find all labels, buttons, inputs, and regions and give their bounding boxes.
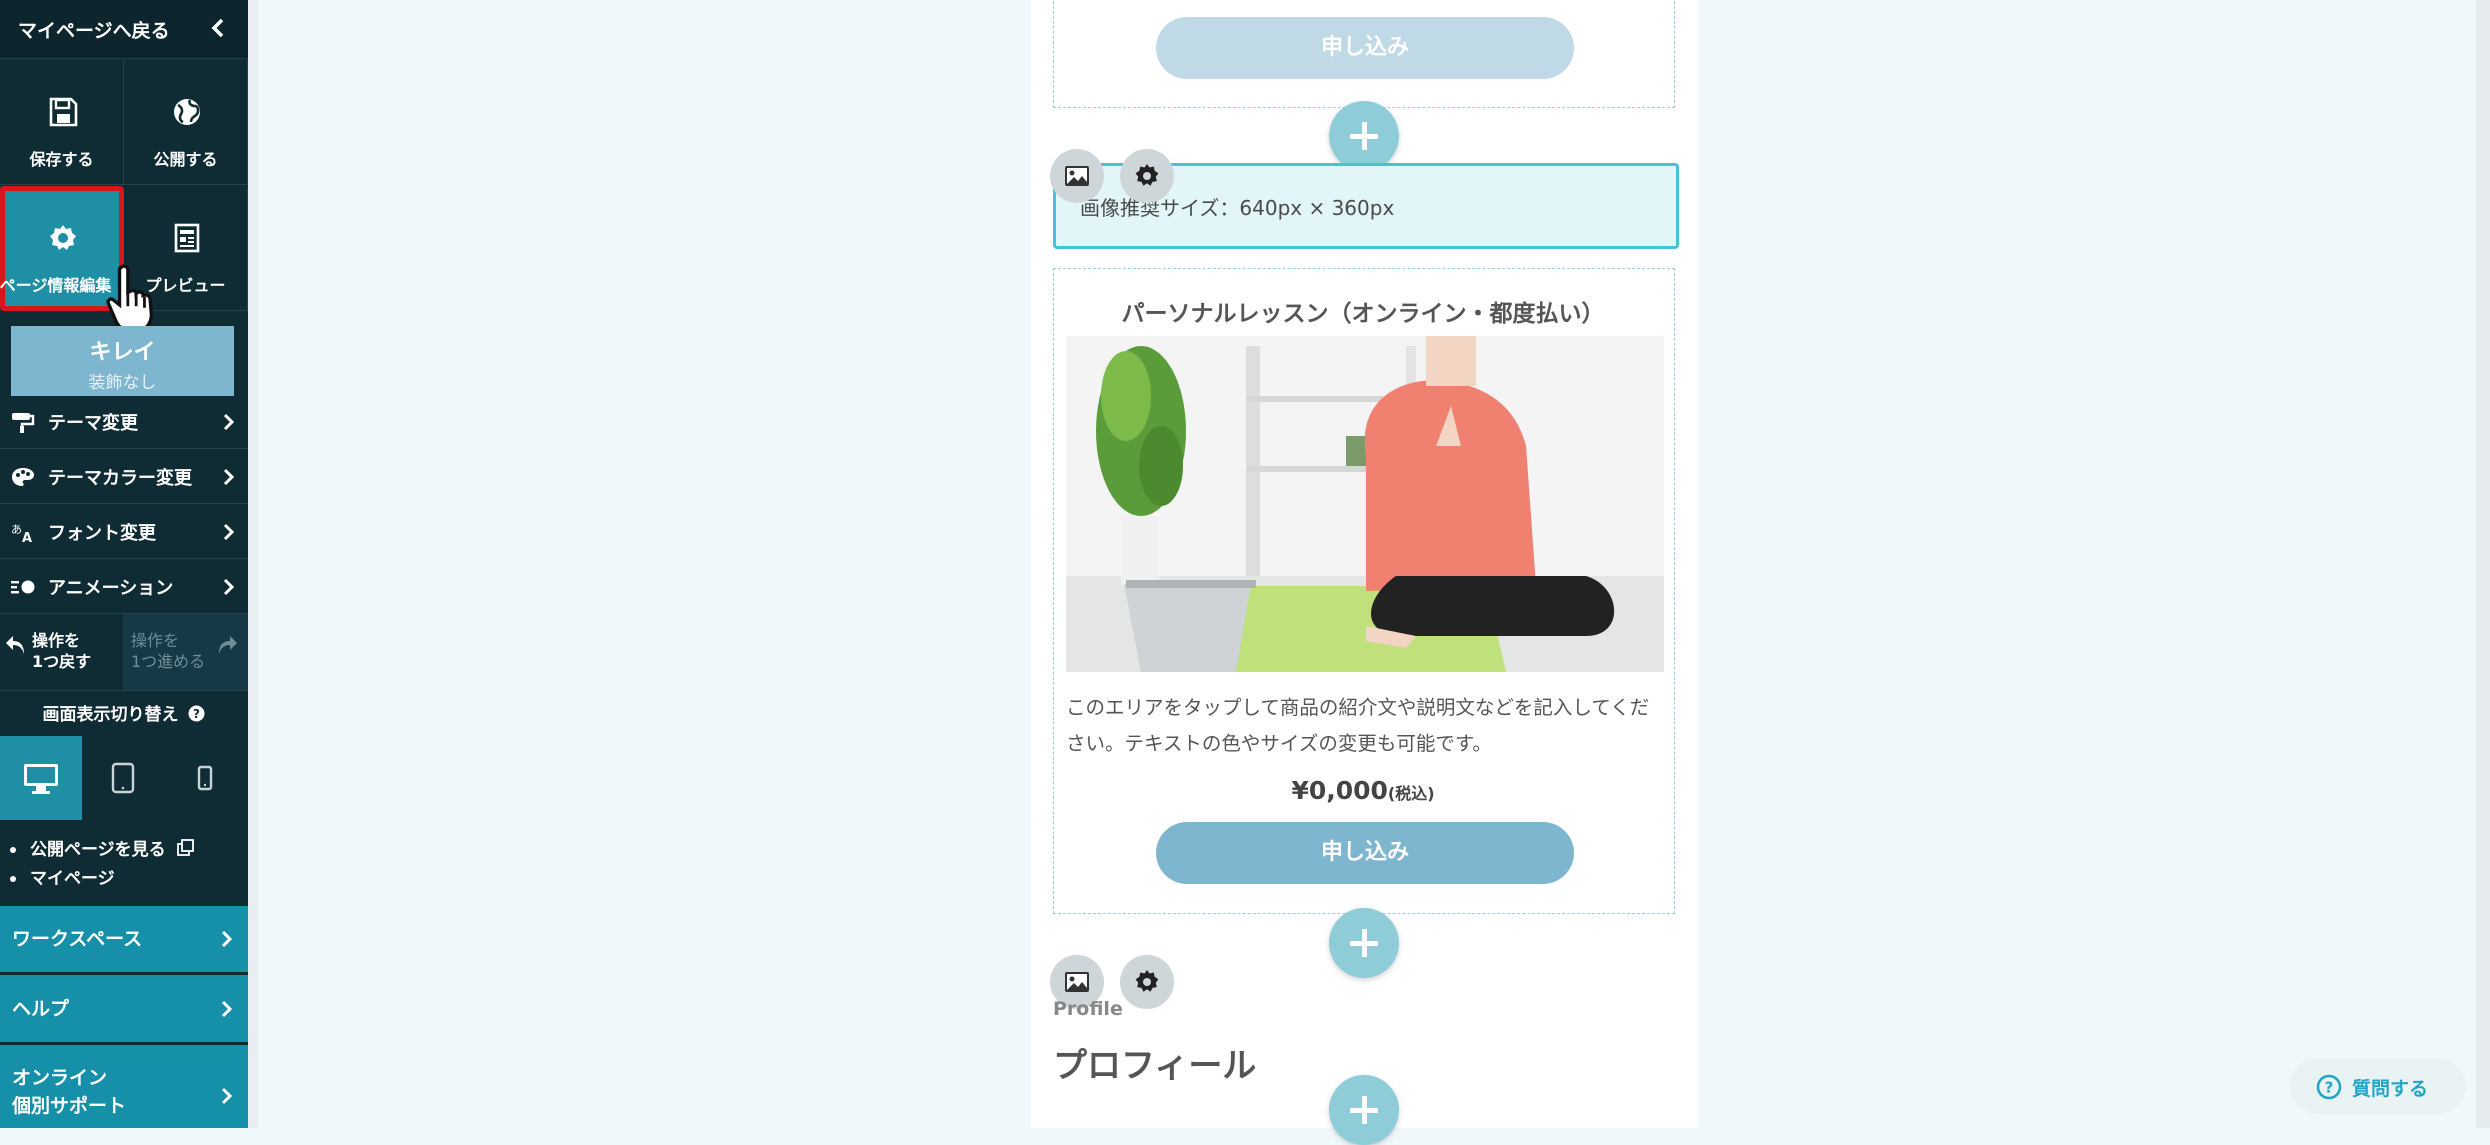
redo-line1: 操作を — [131, 631, 180, 650]
document-preview-icon — [174, 223, 200, 253]
menu-theme-color[interactable]: テーマカラー変更 — [0, 449, 248, 504]
image-tool-button[interactable] — [1050, 149, 1104, 203]
svg-text:?: ? — [193, 707, 200, 721]
page-info-edit-label: ページ情報編集 — [0, 276, 112, 295]
svg-text:あ: あ — [11, 523, 22, 536]
chevron-right-icon — [221, 1000, 233, 1018]
image-icon — [1065, 166, 1089, 186]
menu-animation-label: アニメーション — [48, 578, 174, 599]
product-description[interactable]: このエリアをタップして商品の紹介文や説明文などを記入してください。テキストの色や… — [1066, 690, 1666, 762]
external-window-icon — [176, 839, 194, 856]
sidebar-divider — [248, 0, 258, 1128]
svg-text:?: ? — [2325, 1079, 2334, 1097]
yoga-photo-illustration — [1066, 336, 1664, 672]
undo-redo-row: 操作を 1つ戻す 操作を 1つ進める — [0, 614, 248, 691]
theme-name: キレイ — [89, 340, 156, 365]
sidebar-links: 公開ページを見る マイページ — [10, 836, 194, 894]
back-to-mypage-label: マイページへ戻る — [18, 20, 170, 42]
hand-pointer-cursor-icon — [106, 264, 154, 333]
chevron-right-icon — [221, 1087, 233, 1105]
gear-icon — [1135, 970, 1159, 992]
menu-theme-color-label: テーマカラー変更 — [48, 468, 192, 489]
menu-font-change[interactable]: あA フォント変更 — [0, 504, 248, 559]
gear-icon — [50, 225, 76, 250]
public-page-link-label: 公開ページを見る — [30, 840, 166, 860]
help-menu[interactable]: ヘルプ — [0, 975, 248, 1045]
product-price[interactable]: ¥0,000(税込) — [1053, 776, 1673, 805]
chevron-right-icon — [221, 930, 233, 948]
mypage-link[interactable]: マイページ — [10, 865, 194, 894]
redo-line2: 1つ進める — [131, 652, 206, 671]
floppy-disk-icon — [49, 97, 78, 127]
animation-icon — [11, 580, 35, 594]
desktop-icon — [24, 764, 58, 794]
support-line2: 個別サポート — [12, 1095, 127, 1117]
ask-question-button[interactable]: ? 質問する — [2290, 1058, 2466, 1114]
ask-question-label: 質問する — [2352, 1078, 2429, 1100]
price-value: ¥0,000 — [1291, 776, 1388, 805]
tablet-icon — [111, 762, 135, 794]
product-title[interactable]: パーソナルレッスン（オンライン・都度払い） — [1053, 294, 1673, 328]
tablet-view-button[interactable] — [82, 736, 164, 820]
gear-icon — [1135, 164, 1159, 186]
workspace-label: ワークスペース — [12, 928, 143, 950]
block-settings-button[interactable] — [1120, 955, 1174, 1009]
price-tax: (税込) — [1387, 784, 1435, 803]
mypage-link-label: マイページ — [30, 869, 115, 889]
image-size-hint: 画像推奨サイズ：640px × 360px — [1080, 196, 1395, 220]
chevron-right-icon — [223, 468, 235, 486]
save-button[interactable]: 保存する — [0, 60, 124, 185]
block-settings-button[interactable] — [1120, 149, 1174, 203]
product-image[interactable] — [1066, 336, 1664, 672]
editor-sidebar: マイページへ戻る 保存する 公開する ページ情報編集 プレビュー キレイ 装飾な… — [0, 0, 248, 1128]
redo-button[interactable]: 操作を 1つ進める — [123, 614, 248, 690]
support-line1: オンライン — [12, 1067, 108, 1089]
online-support-menu[interactable]: オンライン 個別サポート — [0, 1045, 248, 1128]
add-block-button[interactable] — [1329, 1075, 1399, 1145]
image-icon — [1065, 972, 1089, 992]
undo-line2: 1つ戻す — [32, 652, 92, 671]
apply-button-top[interactable]: 申し込み — [1156, 17, 1574, 79]
svg-text:A: A — [22, 531, 32, 543]
profile-heading-en[interactable]: Profile — [1053, 998, 1123, 1020]
apply-button[interactable]: 申し込み — [1156, 822, 1574, 884]
desktop-view-button[interactable] — [0, 736, 82, 820]
menu-theme-change-label: テーマ変更 — [48, 413, 138, 434]
chevron-left-icon — [211, 18, 224, 38]
display-switch-title: 画面表示切り替え ? — [0, 700, 248, 725]
add-block-button[interactable] — [1329, 101, 1399, 171]
current-theme-box[interactable]: キレイ 装飾なし — [11, 326, 234, 396]
font-icon: あA — [11, 523, 32, 543]
workspace-menu[interactable]: ワークスペース — [0, 906, 248, 975]
profile-heading-jp[interactable]: プロフィール — [1053, 1038, 1256, 1087]
paint-roller-icon — [12, 413, 35, 433]
publish-label: 公開する — [153, 150, 218, 169]
public-page-link[interactable]: 公開ページを見る — [10, 836, 194, 865]
menu-font-change-label: フォント変更 — [48, 523, 156, 544]
smartphone-view-button[interactable] — [164, 736, 246, 820]
chevron-right-icon — [223, 578, 235, 596]
menu-theme-change[interactable]: テーマ変更 — [0, 394, 248, 449]
menu-animation[interactable]: アニメーション — [0, 559, 248, 614]
undo-button[interactable]: 操作を 1つ戻す — [0, 614, 122, 690]
display-switch-label: 画面表示切り替え — [42, 705, 179, 725]
undo-line1: 操作を — [32, 631, 81, 650]
question-circle-icon: ? — [2316, 1074, 2342, 1100]
undo-arrow-icon — [6, 636, 24, 654]
help-label: ヘルプ — [12, 998, 70, 1020]
theme-sub: 装飾なし — [88, 373, 157, 393]
question-circle-icon[interactable]: ? — [188, 705, 205, 722]
scrollbar-track[interactable] — [2476, 0, 2490, 1128]
publish-button[interactable]: 公開する — [124, 60, 248, 185]
redo-arrow-icon — [219, 636, 237, 654]
smartphone-icon — [197, 765, 213, 791]
globe-icon — [174, 99, 200, 125]
palette-icon — [12, 468, 34, 486]
chevron-right-icon — [223, 523, 235, 541]
chevron-right-icon — [223, 413, 235, 431]
device-switch-row — [0, 736, 248, 820]
add-block-button[interactable] — [1329, 908, 1399, 978]
save-label: 保存する — [29, 150, 94, 169]
back-to-mypage-button[interactable]: マイページへ戻る — [0, 0, 248, 59]
